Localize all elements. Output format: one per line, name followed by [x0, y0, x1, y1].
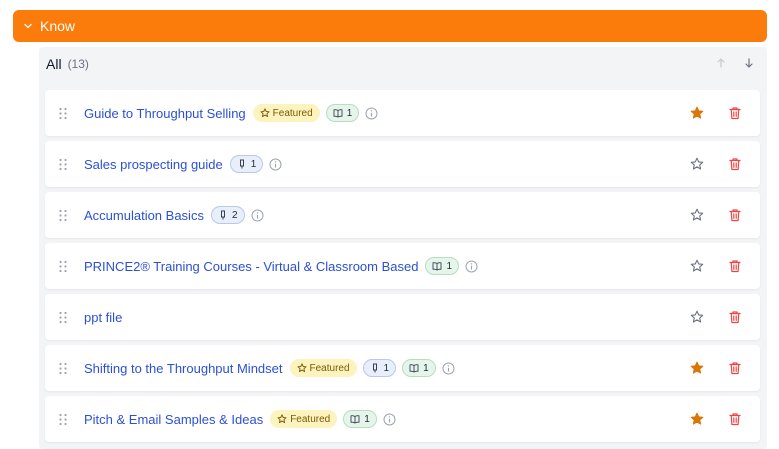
drag-handle-icon[interactable] — [58, 209, 68, 222]
list-item[interactable]: Pitch & Email Samples & Ideas Featured 1 — [45, 396, 760, 442]
item-tags: Featured 1 — [270, 410, 396, 428]
item-title-row: PRINCE2® Training Courses - Virtual & Cl… — [84, 243, 478, 289]
drag-handle-icon[interactable] — [58, 362, 68, 375]
featured-badge: Featured — [289, 359, 357, 377]
item-tags: Featured 1 1 — [289, 359, 455, 377]
resource-count: 1 — [423, 362, 429, 374]
resource-count-badge[interactable]: 1 — [325, 104, 360, 122]
note-icon — [220, 210, 225, 220]
sort-up-arrow-icon[interactable] — [715, 57, 727, 69]
item-title-link[interactable]: Shifting to the Throughput Mindset — [84, 361, 283, 376]
item-tags: 2 — [210, 206, 264, 224]
info-icon[interactable] — [383, 413, 396, 426]
featured-star-icon — [277, 414, 287, 424]
list-item[interactable]: PRINCE2® Training Courses - Virtual & Cl… — [45, 243, 760, 289]
featured-star-icon — [260, 108, 270, 118]
note-count: 2 — [231, 209, 238, 221]
section-title: Know — [40, 18, 76, 34]
list-item[interactable]: Sales prospecting guide 1 — [45, 141, 760, 187]
book-icon — [409, 364, 419, 373]
star-outline-icon[interactable] — [690, 259, 704, 273]
list-count: (13) — [67, 56, 89, 71]
resource-count-badge[interactable]: 1 — [402, 359, 436, 377]
star-filled-icon[interactable] — [690, 361, 704, 375]
resource-count: 1 — [364, 413, 370, 425]
item-title-link[interactable]: Pitch & Email Samples & Ideas — [84, 412, 263, 427]
trash-icon[interactable] — [728, 412, 742, 426]
note-icon — [372, 363, 377, 373]
info-icon[interactable] — [365, 107, 378, 120]
featured-label: Featured — [309, 362, 350, 374]
item-title-link[interactable]: ppt file — [84, 310, 122, 325]
featured-star-icon — [296, 363, 307, 373]
star-filled-icon[interactable] — [690, 106, 704, 120]
note-icon — [239, 159, 244, 169]
item-tags: 1 — [229, 155, 283, 173]
item-title-row: Accumulation Basics 2 — [84, 192, 264, 238]
drag-handle-icon[interactable] — [58, 158, 68, 171]
item-tags: 1 — [425, 257, 478, 275]
item-tags: Featured 1 — [252, 104, 379, 122]
resource-count-badge[interactable]: 1 — [425, 257, 460, 275]
list-item[interactable]: Guide to Throughput Selling Featured 1 — [45, 90, 760, 136]
note-count: 1 — [383, 362, 390, 374]
item-title-link[interactable]: Guide to Throughput Selling — [84, 106, 246, 121]
trash-icon[interactable] — [728, 259, 742, 273]
item-title-row: Shifting to the Throughput Mindset Featur… — [84, 345, 455, 391]
trash-icon[interactable] — [728, 208, 742, 222]
featured-label: Featured — [272, 107, 313, 119]
list-header: All (13) — [39, 47, 767, 80]
item-title-link[interactable]: PRINCE2® Training Courses - Virtual & Cl… — [84, 259, 418, 274]
list-item[interactable]: ppt file — [45, 294, 760, 340]
item-title-row: Guide to Throughput Selling Featured 1 — [84, 90, 378, 136]
star-outline-icon[interactable] — [690, 157, 704, 171]
note-count-badge[interactable]: 2 — [210, 206, 245, 224]
star-outline-icon[interactable] — [690, 208, 704, 222]
chevron-down-icon — [24, 23, 32, 29]
drag-handle-icon[interactable] — [58, 260, 68, 273]
drag-handle-icon[interactable] — [58, 311, 68, 324]
star-outline-icon[interactable] — [690, 310, 704, 324]
item-title-row: ppt file — [84, 294, 129, 340]
list-all-label: All — [46, 55, 62, 72]
star-filled-icon[interactable] — [690, 412, 704, 426]
book-icon — [433, 262, 442, 271]
list-item[interactable]: Accumulation Basics 2 — [45, 192, 760, 238]
sort-down-arrow-icon[interactable] — [743, 57, 755, 69]
item-title-row: Pitch & Email Samples & Ideas Featured 1 — [84, 396, 396, 442]
info-icon[interactable] — [442, 362, 455, 375]
featured-badge: Featured — [270, 410, 338, 428]
resource-count: 1 — [446, 260, 453, 272]
featured-badge: Featured — [252, 104, 320, 122]
featured-label: Featured — [290, 413, 331, 425]
info-icon[interactable] — [465, 260, 478, 273]
note-count: 1 — [250, 158, 257, 170]
note-count-badge[interactable]: 1 — [229, 155, 264, 173]
info-icon[interactable] — [251, 209, 264, 222]
item-title-link[interactable]: Sales prospecting guide — [84, 157, 223, 172]
knowledge-list-panel: All (13) Guide to Throughput Selling Feat… — [39, 47, 767, 449]
item-title-link[interactable]: Accumulation Basics — [84, 208, 204, 223]
item-title-row: Sales prospecting guide 1 — [84, 141, 282, 187]
book-icon — [350, 415, 360, 424]
list-item[interactable]: Shifting to the Throughput Mindset Featur… — [45, 345, 760, 391]
trash-icon[interactable] — [728, 310, 742, 324]
resource-count: 1 — [346, 107, 353, 119]
trash-icon[interactable] — [728, 157, 742, 171]
trash-icon[interactable] — [728, 361, 742, 375]
note-count-badge[interactable]: 1 — [362, 359, 397, 377]
trash-icon[interactable] — [728, 106, 742, 120]
drag-handle-icon[interactable] — [58, 413, 68, 426]
drag-handle-icon[interactable] — [58, 107, 68, 120]
book-icon — [333, 109, 343, 118]
info-icon[interactable] — [269, 158, 282, 171]
section-header-know[interactable]: Know — [13, 10, 767, 42]
resource-count-badge[interactable]: 1 — [343, 410, 377, 428]
